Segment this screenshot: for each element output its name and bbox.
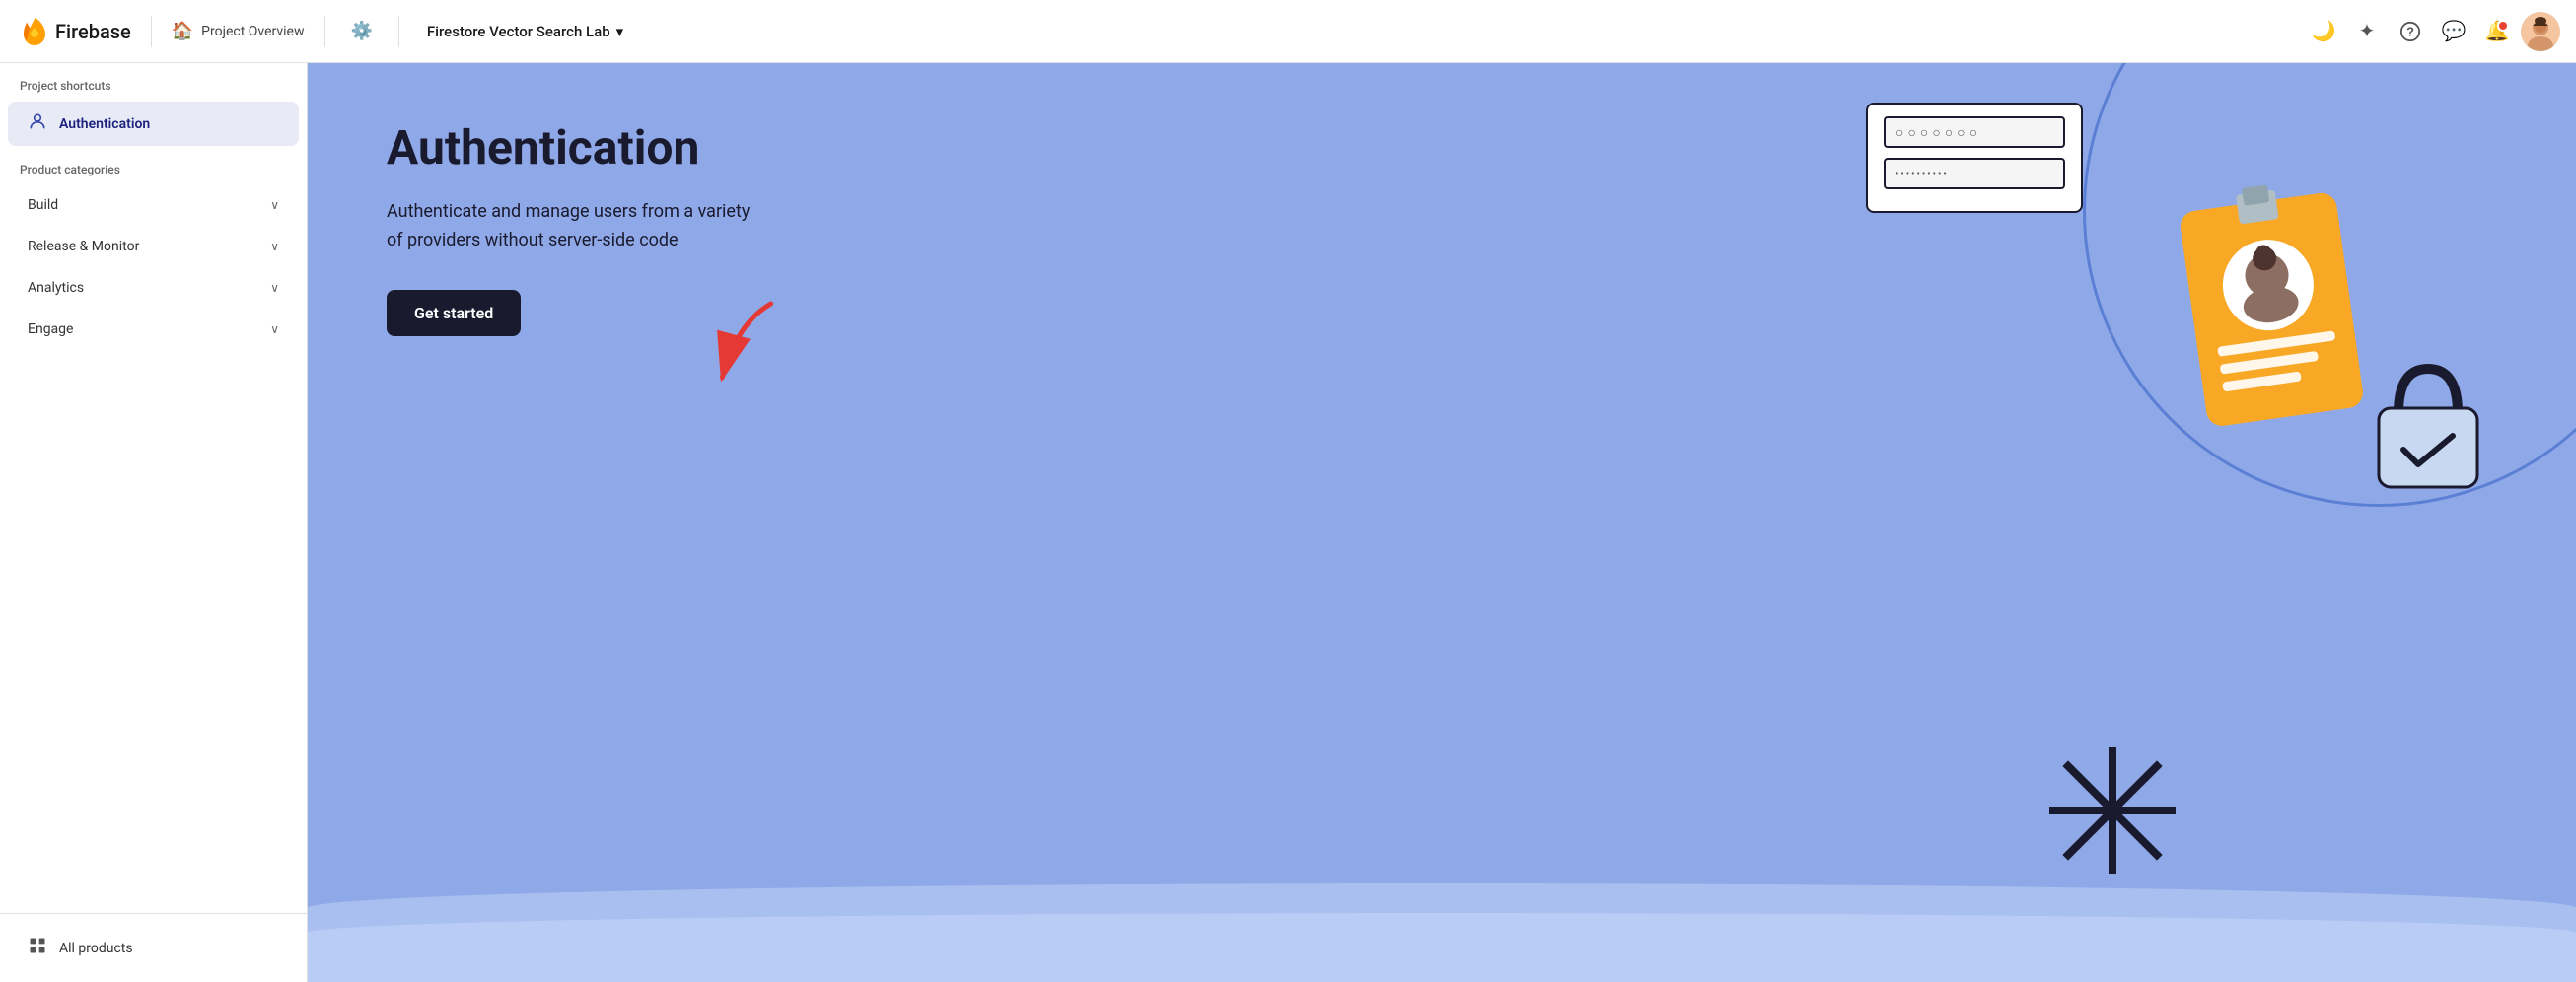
login-form-illustration: ○○○○○○○ ••••••••••	[1866, 103, 2083, 213]
nav-divider-3	[398, 16, 399, 47]
user-avatar-button[interactable]	[2521, 12, 2560, 51]
sidebar-footer: All products	[0, 913, 307, 982]
all-products-link[interactable]: All products	[8, 926, 299, 970]
lock-illustration	[2359, 339, 2497, 501]
help-button[interactable]: ?	[2391, 12, 2430, 51]
sparkle-button[interactable]: ✦	[2347, 12, 2387, 51]
lock-svg	[2359, 339, 2497, 497]
project-overview-label: Project Overview	[201, 24, 304, 39]
nav-divider	[151, 16, 152, 47]
engage-label: Engage	[28, 321, 73, 337]
sidebar-item-engage[interactable]: Engage ∨	[8, 310, 299, 349]
login-dots-1: ○○○○○○○	[1896, 124, 1981, 141]
firebase-logo[interactable]: Firebase	[16, 16, 131, 47]
page-description: Authenticate and manage users from a var…	[387, 198, 761, 255]
project-name: Firestore Vector Search Lab	[427, 23, 610, 40]
top-navigation: Firebase 🏠 Project Overview ⚙️ Firestore…	[0, 0, 2576, 63]
firebase-logo-text: Firebase	[55, 20, 131, 43]
nav-left: Firebase 🏠 Project Overview ⚙️ Firestore…	[16, 15, 631, 47]
project-selector[interactable]: Firestore Vector Search Lab ▾	[419, 19, 631, 44]
id-card-illustration	[2162, 142, 2379, 461]
grid-icon	[28, 936, 47, 960]
sidebar-item-build[interactable]: Build ∨	[8, 185, 299, 225]
home-icon: 🏠	[172, 21, 193, 41]
main-layout: Project shortcuts Authentication Product…	[0, 63, 2576, 982]
sidebar: Project shortcuts Authentication Product…	[0, 63, 308, 982]
sidebar-item-release-monitor[interactable]: Release & Monitor ∨	[8, 227, 299, 266]
nav-divider-2	[324, 16, 325, 47]
release-monitor-label: Release & Monitor	[28, 239, 139, 254]
release-monitor-chevron-icon: ∨	[270, 240, 279, 253]
login-dots-2: ••••••••••	[1896, 169, 1949, 179]
authentication-icon	[28, 111, 47, 136]
project-overview-link[interactable]: 🏠 Project Overview	[172, 21, 305, 41]
login-field-2: ••••••••••	[1884, 158, 2065, 189]
product-categories-label: Product categories	[0, 147, 307, 184]
avatar-image	[2521, 12, 2560, 51]
build-label: Build	[28, 197, 58, 213]
bg-wave2-decoration	[308, 913, 2576, 982]
dropdown-icon: ▾	[616, 23, 624, 40]
content-text-block: Authentication Authenticate and manage u…	[387, 122, 761, 336]
main-content-area: ○○○○○○○ ••••••••••	[308, 63, 2576, 982]
login-box-illustration: ○○○○○○○ ••••••••••	[1866, 103, 2083, 213]
analytics-label: Analytics	[28, 280, 84, 296]
get-started-button[interactable]: Get started	[387, 290, 521, 336]
svg-text:?: ?	[2406, 24, 2414, 38]
dark-mode-button[interactable]: 🌙	[2304, 12, 2343, 51]
sidebar-item-analytics[interactable]: Analytics ∨	[8, 268, 299, 308]
asterisk-svg	[2043, 741, 2182, 879]
build-chevron-icon: ∨	[270, 198, 279, 212]
all-products-label: All products	[59, 941, 133, 956]
id-card-svg	[2162, 142, 2379, 457]
flame-icon	[16, 16, 47, 47]
help-circle-icon: ?	[2399, 21, 2421, 42]
nav-right: 🌙 ✦ ? 💬 🔔	[2304, 12, 2560, 51]
settings-icon[interactable]: ⚙️	[345, 15, 379, 47]
project-shortcuts-label: Project shortcuts	[0, 63, 307, 101]
chat-button[interactable]: 💬	[2434, 12, 2473, 51]
login-field-1: ○○○○○○○	[1884, 116, 2065, 148]
asterisk-illustration	[2043, 741, 2182, 883]
notifications-button[interactable]: 🔔	[2477, 12, 2517, 51]
analytics-chevron-icon: ∨	[270, 281, 279, 295]
sidebar-item-authentication[interactable]: Authentication	[8, 102, 299, 146]
sidebar-authentication-label: Authentication	[59, 116, 150, 132]
page-title: Authentication	[387, 122, 761, 175]
engage-chevron-icon: ∨	[270, 322, 279, 336]
